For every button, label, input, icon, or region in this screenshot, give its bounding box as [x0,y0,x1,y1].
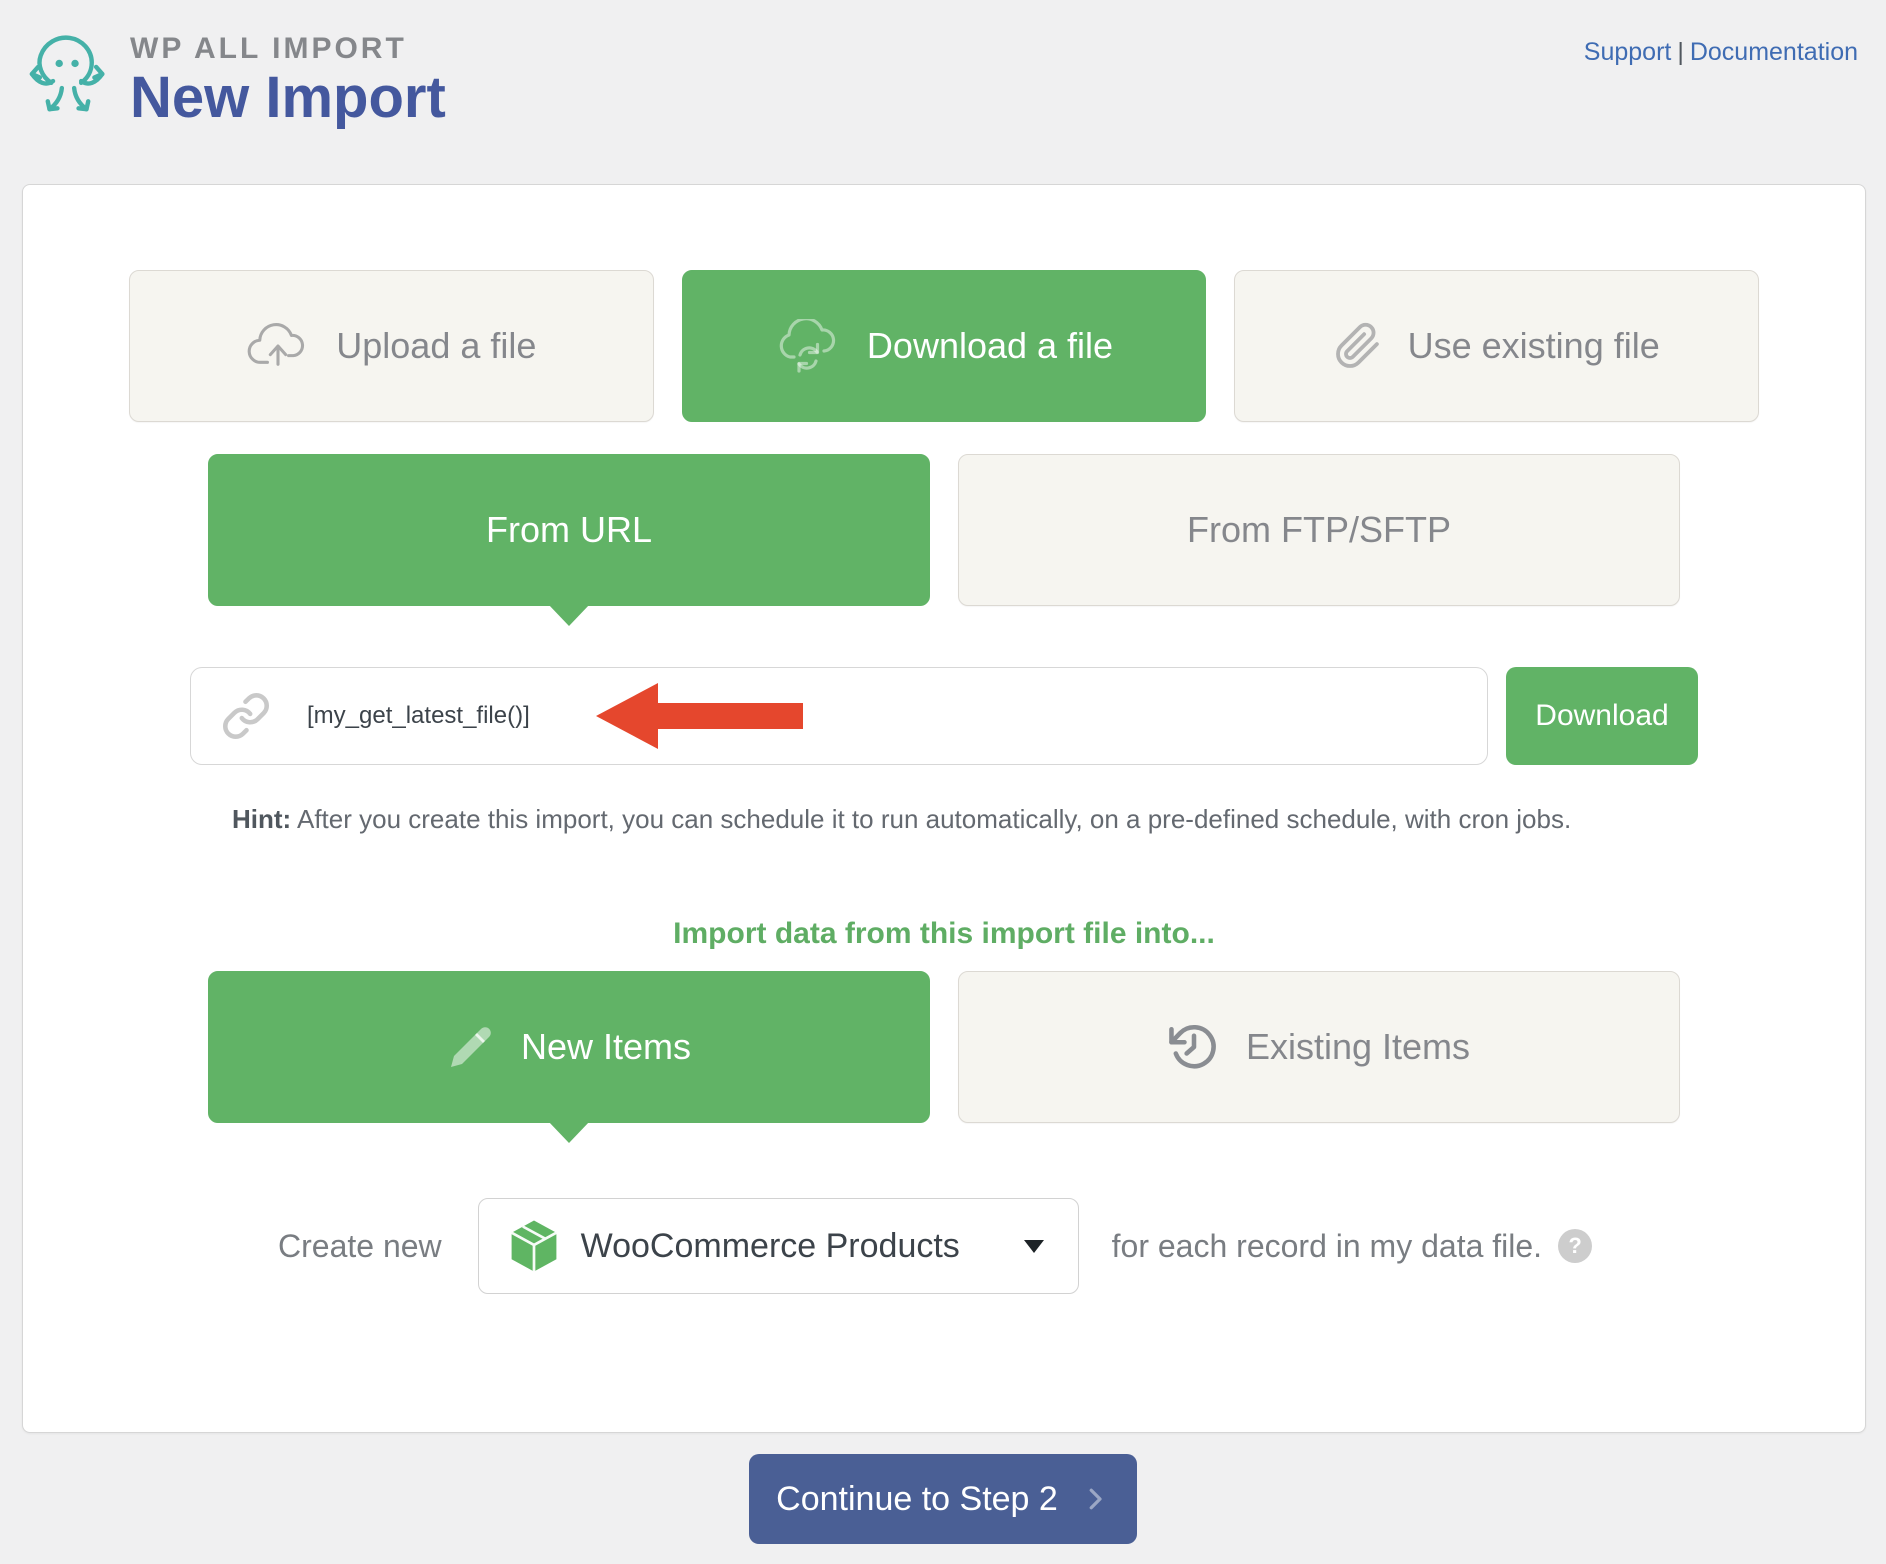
logo-eye [56,60,63,67]
octopus-logo-icon [24,26,112,122]
tab-use-existing-file[interactable]: Use existing file [1234,270,1759,422]
logo-eye [71,60,78,67]
question-mark-icon[interactable]: ? [1558,1229,1592,1263]
url-input-value: [my_get_latest_file()] [307,702,530,730]
cloud-download-icon [775,319,841,373]
pencil-icon [447,1023,495,1071]
tab-label: New Items [521,1026,691,1068]
url-download-row: [my_get_latest_file()] Download [190,667,1698,765]
header-links: Support|Documentation [1584,38,1858,67]
create-new-suffix: for each record in my data file. [1112,1228,1542,1265]
tab-upload-a-file[interactable]: Upload a file [129,270,654,422]
tab-existing-items[interactable]: Existing Items [958,971,1680,1123]
tab-label: Existing Items [1246,1026,1470,1068]
create-new-label: Create new [278,1228,442,1265]
tab-new-items[interactable]: New Items [208,971,930,1123]
url-input[interactable]: [my_get_latest_file()] [190,667,1488,765]
file-source-tabs: Upload a file Download a file [129,270,1759,422]
continue-to-step-2-button[interactable]: Continue to Step 2 [749,1454,1137,1544]
paperclip-icon [1334,322,1382,370]
history-icon [1168,1021,1220,1073]
documentation-link[interactable]: Documentation [1690,38,1858,66]
download-type-tabs: From URL From FTP/SFTP [208,454,1680,606]
chevron-down-icon [1024,1240,1044,1253]
link-separator: | [1677,38,1684,66]
cloud-upload-icon [246,322,310,370]
hint-body: After you create this import, you can sc… [291,804,1571,834]
download-button[interactable]: Download [1506,667,1698,765]
page-title: New Import [130,68,446,128]
chevron-right-icon [1080,1484,1110,1514]
page-header: WP ALL IMPORT New Import Support|Documen… [0,0,1886,128]
new-import-card: Upload a file Download a file [22,184,1866,1433]
tab-download-a-file[interactable]: Download a file [682,270,1207,422]
import-into-heading: Import data from this import file into..… [23,916,1865,952]
tab-label: From URL [486,509,652,551]
tab-label: Upload a file [336,325,536,367]
item-mode-tabs: New Items Existing Items [208,971,1680,1123]
annotation-arrow-icon [596,683,803,749]
hint-text: Hint: After you create this import, you … [190,803,1698,835]
hint-prefix: Hint: [232,804,291,834]
woocommerce-product-icon [509,1218,559,1274]
tab-label: Use existing file [1408,325,1660,367]
create-new-row: Create new WooCommerce Products for each… [208,1198,1680,1294]
tab-from-ftp-sftp[interactable]: From FTP/SFTP [958,454,1680,606]
continue-button-label: Continue to Step 2 [776,1480,1058,1519]
tab-label: From FTP/SFTP [1187,509,1451,551]
tab-from-url[interactable]: From URL [208,454,930,606]
tab-label: Download a file [867,325,1113,367]
support-link[interactable]: Support [1584,38,1672,66]
link-icon [221,691,271,741]
brand-block: WP ALL IMPORT New Import [24,24,446,128]
post-type-dropdown[interactable]: WooCommerce Products [478,1198,1079,1294]
brand-name: WP ALL IMPORT [130,32,446,66]
post-type-selected-value: WooCommerce Products [581,1227,1002,1266]
